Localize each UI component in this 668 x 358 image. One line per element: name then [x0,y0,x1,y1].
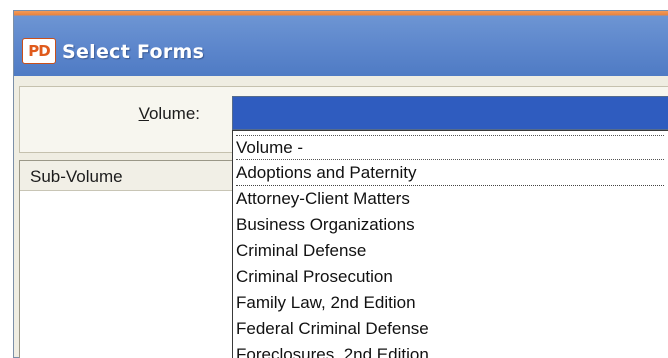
screenshot-frame: PD Select Forms Volume: Sub-Volume Volum… [0,0,668,358]
dropdown-item[interactable]: Foreclosures, 2nd Edition [236,343,664,358]
app-icon-text: PD [28,41,50,60]
window-title: Select Forms [62,41,205,63]
title-bar[interactable]: PD Select Forms [14,11,668,76]
volume-dropdown-list[interactable]: Volume - Adoptions and Paternity Attorne… [232,130,668,358]
app-icon: PD [22,38,56,64]
volume-label-text: olume: [148,104,200,123]
volume-select[interactable] [232,96,668,130]
sub-volume-column-header[interactable]: Sub-Volume [20,161,233,191]
dropdown-item[interactable]: Adoptions and Paternity [236,161,664,186]
sub-volume-list[interactable]: Sub-Volume [19,160,234,358]
volume-label-accelerator: V [138,104,149,123]
dropdown-item[interactable]: Criminal Defense [236,239,664,264]
dropdown-item-placeholder[interactable]: Volume - [236,135,664,160]
dropdown-item[interactable]: Business Organizations [236,213,664,238]
dropdown-item[interactable]: Family Law, 2nd Edition [236,291,664,316]
volume-label: Volume: [120,104,200,124]
dropdown-item[interactable]: Federal Criminal Defense [236,317,664,342]
dropdown-item[interactable]: Criminal Prosecution [236,265,664,290]
dropdown-item[interactable]: Attorney-Client Matters [236,187,664,212]
